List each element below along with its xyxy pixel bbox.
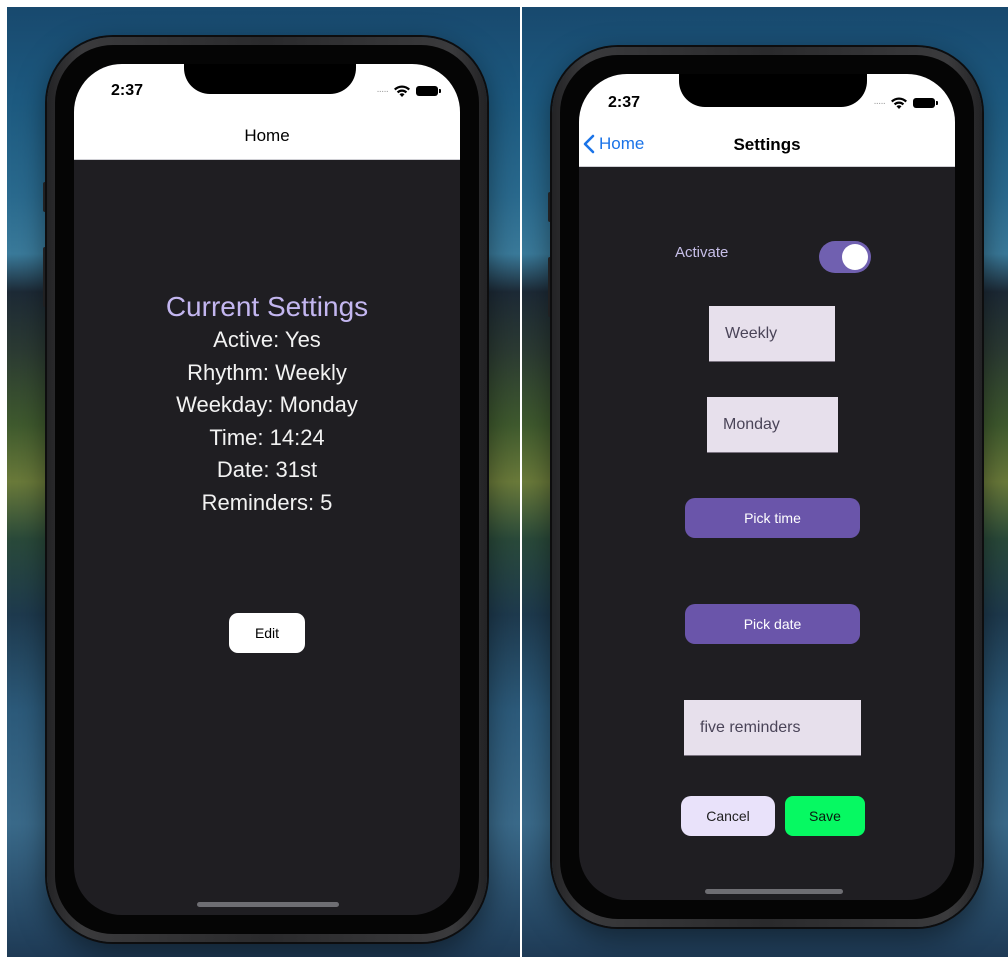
summary-line-rhythm: Rhythm: Weekly (187, 359, 347, 385)
status-icons: ····· (376, 84, 441, 98)
phone-bezel: 2:37 ····· Home Settings Activate Weekly… (560, 55, 974, 919)
pick-time-button[interactable]: Pick time (685, 498, 860, 538)
cellular-dots-icon: ····· (376, 85, 389, 97)
summary-line-weekday: Weekday: Monday (176, 392, 358, 417)
edit-button[interactable]: Edit (229, 613, 305, 653)
summary-line-active: Active: Yes (213, 327, 321, 352)
notch (184, 64, 356, 94)
nav-title: Settings (733, 135, 801, 154)
save-button[interactable]: Save (785, 796, 865, 836)
activate-label: Activate (675, 244, 729, 261)
phone-bezel: 2:37 ····· Home Current Settings Active:… (55, 45, 479, 934)
status-icons: ····· (873, 96, 938, 110)
reminders-field[interactable]: five reminders (684, 700, 861, 756)
weekday-field[interactable]: Monday (707, 397, 838, 453)
home-screen: 2:37 ····· Home Current Settings Active:… (74, 64, 460, 915)
rhythm-field[interactable]: Weekly (709, 306, 835, 362)
battery-icon (416, 86, 441, 96)
toggle-knob (842, 244, 868, 270)
battery-icon (913, 98, 938, 108)
settings-screen: 2:37 ····· Home Settings Activate Weekly… (579, 74, 955, 900)
summary-line-reminders: Reminders: 5 (201, 489, 333, 515)
wifi-icon (891, 97, 907, 109)
activate-toggle[interactable] (819, 241, 871, 273)
home-indicator[interactable] (197, 902, 339, 907)
home-indicator[interactable] (705, 889, 843, 894)
phone-frame: 2:37 ····· Home Settings Activate Weekly… (552, 47, 982, 927)
status-time: 2:37 (608, 94, 641, 111)
settings-panel: 2:37 ····· Home Settings Activate Weekly… (522, 7, 1008, 957)
pick-date-button[interactable]: Pick date (685, 604, 860, 644)
wifi-icon (394, 85, 410, 97)
phone-frame: 2:37 ····· Home Current Settings Active:… (47, 37, 487, 942)
summary-line-date: Date: 31st (216, 457, 318, 482)
notch (679, 74, 867, 107)
nav-title: Home (244, 126, 290, 145)
settings-summary: Current Settings Active: Yes Rhythm: Wee… (74, 289, 460, 519)
cellular-dots-icon: ····· (873, 97, 886, 109)
cancel-button[interactable]: Cancel (681, 796, 775, 836)
status-time: 2:37 (111, 82, 144, 99)
home-panel: 2:37 ····· Home Current Settings Active:… (7, 7, 520, 957)
summary-heading: Current Settings (165, 291, 369, 322)
summary-line-time: Time: 14:24 (209, 424, 325, 450)
